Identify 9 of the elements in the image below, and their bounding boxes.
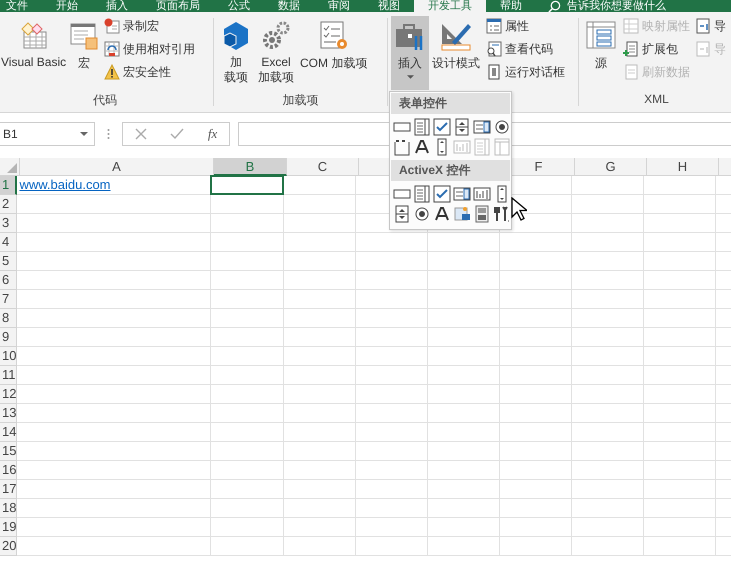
section-header: 表单控件 xyxy=(391,93,510,114)
button-label: 载项 xyxy=(224,70,248,85)
button-label: 加 xyxy=(230,55,242,70)
group-label: 加载项 xyxy=(282,92,320,109)
group-label: XML xyxy=(643,92,670,108)
button-label: Excel xyxy=(261,55,291,70)
group-label: 代码 xyxy=(92,92,118,109)
section-header: ActiveX 控件 xyxy=(391,160,510,181)
button-label: 加载项 xyxy=(258,70,294,85)
